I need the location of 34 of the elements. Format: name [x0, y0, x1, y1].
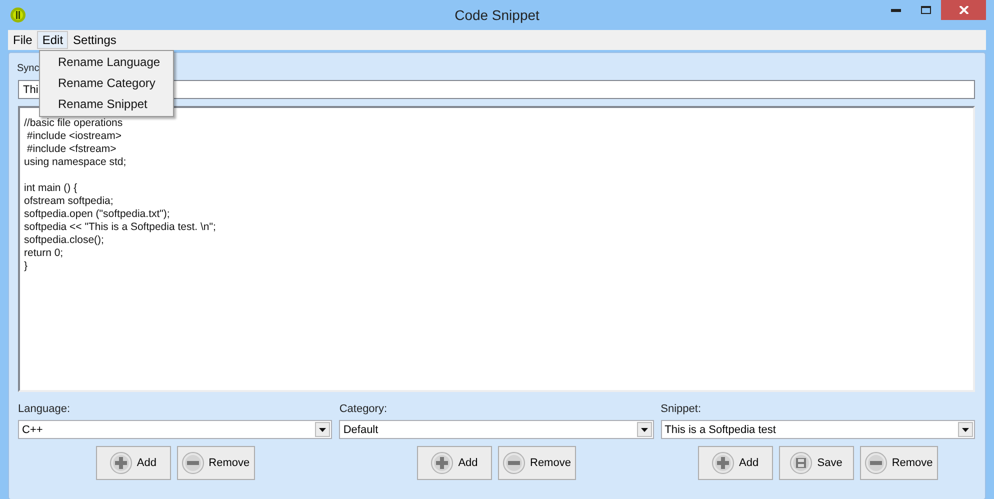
- menu-item[interactable]: Settings: [68, 31, 122, 49]
- dropdown-arrow-icon: [319, 428, 326, 432]
- disk-icon: [790, 452, 812, 474]
- app-icon: [10, 7, 26, 23]
- minus-icon: [503, 452, 525, 474]
- menu-item[interactable]: File: [8, 31, 38, 49]
- plus-icon: [431, 452, 454, 474]
- add-button[interactable]: Add: [96, 446, 171, 480]
- field-label: Language:: [18, 403, 71, 417]
- plus-icon: [110, 452, 132, 474]
- close-icon: [958, 6, 968, 14]
- minimize-icon: [891, 8, 901, 12]
- plus-icon: [712, 452, 734, 474]
- add-button[interactable]: Add: [698, 446, 773, 480]
- window-title: Code Snippet: [454, 7, 540, 23]
- remove-button[interactable]: Remove: [498, 446, 576, 480]
- save-button[interactable]: Save: [778, 446, 854, 480]
- field-label: Category:: [339, 403, 388, 417]
- dropdown[interactable]: Default: [339, 420, 654, 439]
- minus-icon: [182, 452, 204, 474]
- add-button[interactable]: Add: [417, 446, 492, 480]
- dropdown-arrow-icon: [962, 428, 969, 432]
- menu-option[interactable]: Rename Language: [40, 52, 173, 73]
- field-label: Sync: [17, 63, 40, 76]
- field-label: Snippet:: [660, 403, 702, 417]
- remove-button[interactable]: Remove: [176, 446, 255, 480]
- dropdown[interactable]: C++: [18, 420, 332, 439]
- remove-button[interactable]: Remove: [860, 446, 938, 480]
- close-button[interactable]: [941, 0, 986, 20]
- maximize-icon: [921, 6, 931, 14]
- minus-icon: [864, 452, 887, 474]
- dropdown-arrow-icon: [640, 428, 648, 432]
- dropdown[interactable]: This is a Softpedia test: [660, 420, 975, 439]
- menu-item[interactable]: Edit: [37, 31, 68, 49]
